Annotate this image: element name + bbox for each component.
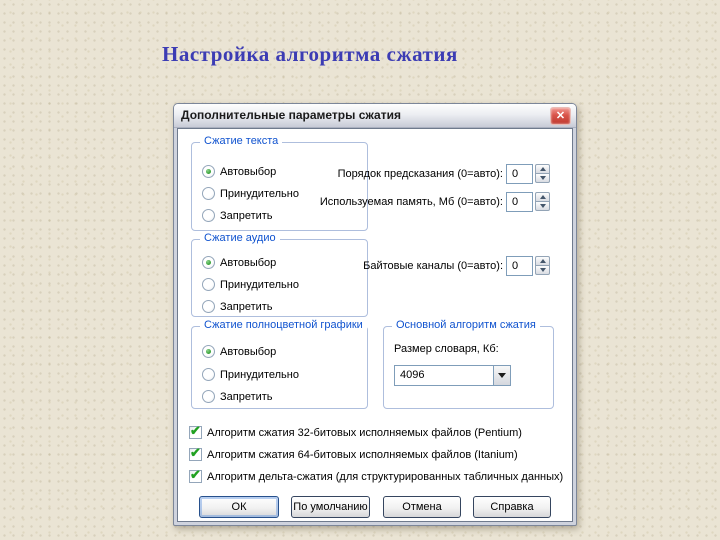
radio-icon: [202, 209, 215, 223]
desktop-background: { "page": { "heading": "Настройка алгори…: [0, 0, 720, 540]
radio-icon: [202, 390, 215, 404]
dialog-body: Сжатие текста Автовыбор Принудительно За…: [177, 128, 573, 522]
help-button[interactable]: Справка: [473, 496, 551, 518]
checkbox-checked-icon: ✔: [189, 423, 202, 440]
checkbox-delta-compression[interactable]: ✔ Алгоритм дельта-сжатия (для структуриро…: [189, 467, 564, 484]
radio-label: Запретить: [220, 209, 273, 222]
checkbox-label: Алгоритм дельта-сжатия (для структуриров…: [207, 470, 564, 483]
group-main-algo-label: Основной алгоритм сжатия: [392, 319, 540, 331]
radio-icon: [202, 187, 215, 201]
radio-selected-icon: [202, 165, 215, 179]
radio-label: Автовыбор: [220, 345, 277, 358]
radio-label: Принудительно: [220, 368, 299, 381]
byte-channels-stepper: [535, 256, 550, 276]
dialog-titlebar[interactable]: Дополнительные параметры сжатия ✕: [174, 104, 576, 128]
dict-size-combobox[interactable]: 4096: [394, 365, 511, 386]
prediction-order-input[interactable]: 0: [506, 164, 533, 184]
radio-graphics-auto[interactable]: Автовыбор: [202, 343, 277, 359]
close-icon[interactable]: ✕: [550, 107, 571, 125]
radio-label: Принудительно: [220, 278, 299, 291]
group-text-compression: Сжатие текста Автовыбор Принудительно За…: [191, 135, 368, 231]
radio-text-force[interactable]: Принудительно: [202, 185, 299, 201]
spin-down-icon[interactable]: [535, 265, 550, 275]
radio-label: Запретить: [220, 300, 273, 313]
dialog-title: Дополнительные параметры сжатия: [181, 108, 401, 122]
memory-input[interactable]: 0: [506, 192, 533, 212]
ok-button[interactable]: ОК: [199, 496, 279, 518]
page-title: Настройка алгоритма сжатия: [162, 42, 458, 66]
radio-icon: [202, 300, 215, 314]
checkbox-32bit-exe[interactable]: ✔ Алгоритм сжатия 32-битовых исполняемых …: [189, 423, 522, 440]
radio-graphics-disable[interactable]: Запретить: [202, 388, 273, 404]
spin-down-icon[interactable]: [535, 201, 550, 211]
radio-text-auto[interactable]: Автовыбор: [202, 163, 277, 179]
dropdown-icon[interactable]: [493, 366, 510, 385]
memory-label: Используемая память, Мб (0=авто):: [319, 196, 503, 208]
dict-size-label: Размер словаря, Кб:: [394, 343, 499, 355]
prediction-order-label: Порядок предсказания (0=авто):: [337, 168, 503, 180]
radio-label: Запретить: [220, 390, 273, 403]
prediction-order-stepper: [535, 164, 550, 184]
spin-down-icon[interactable]: [535, 173, 550, 183]
radio-audio-force[interactable]: Принудительно: [202, 276, 299, 292]
radio-label: Автовыбор: [220, 256, 277, 269]
radio-label: Автовыбор: [220, 165, 277, 178]
radio-selected-icon: [202, 256, 215, 270]
byte-channels-input[interactable]: 0: [506, 256, 533, 276]
radio-icon: [202, 368, 215, 382]
checkbox-label: Алгоритм сжатия 64-битовых исполняемых ф…: [207, 448, 518, 461]
compression-settings-dialog: Дополнительные параметры сжатия ✕ Сжатие…: [173, 103, 577, 526]
memory-stepper: [535, 192, 550, 212]
checkbox-label: Алгоритм сжатия 32-битовых исполняемых ф…: [207, 426, 522, 439]
group-graphics-label: Сжатие полноцветной графики: [200, 319, 367, 331]
checkbox-checked-icon: ✔: [189, 445, 202, 462]
group-text-label: Сжатие текста: [200, 135, 283, 147]
dict-size-value: 4096: [400, 369, 425, 381]
byte-channels-label: Байтовые каналы (0=авто):: [363, 260, 503, 272]
group-graphics-compression: Сжатие полноцветной графики Автовыбор Пр…: [191, 319, 368, 409]
radio-icon: [202, 278, 215, 292]
radio-selected-icon: [202, 345, 215, 359]
group-audio-compression: Сжатие аудио Автовыбор Принудительно Зап…: [191, 232, 368, 317]
group-main-algorithm: Основной алгоритм сжатия Размер словаря,…: [383, 319, 554, 409]
radio-graphics-force[interactable]: Принудительно: [202, 366, 299, 382]
checkbox-64bit-exe[interactable]: ✔ Алгоритм сжатия 64-битовых исполняемых …: [189, 445, 518, 462]
checkbox-checked-icon: ✔: [189, 467, 202, 484]
group-audio-label: Сжатие аудио: [200, 232, 280, 244]
radio-text-disable[interactable]: Запретить: [202, 207, 273, 223]
cancel-button[interactable]: Отмена: [383, 496, 461, 518]
radio-audio-disable[interactable]: Запретить: [202, 298, 273, 314]
default-button[interactable]: По умолчанию: [291, 496, 370, 518]
radio-audio-auto[interactable]: Автовыбор: [202, 254, 277, 270]
